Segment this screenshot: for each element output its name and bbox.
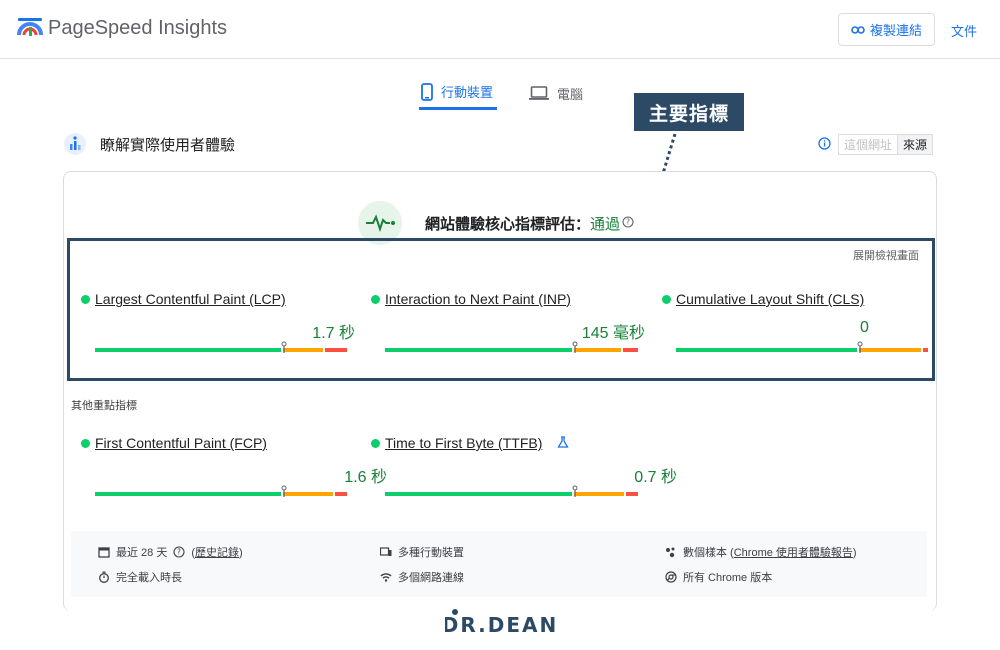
percentile-marker-icon: [572, 341, 578, 353]
app-header: PageSpeed Insights 複製連結 文件: [0, 0, 1000, 59]
dr-dean-logo-icon: DR.DEAN: [445, 609, 555, 636]
chrome-icon: [665, 571, 677, 583]
laptop-icon: [529, 86, 549, 100]
percentile-marker-icon: [572, 485, 578, 497]
good-segment: [95, 348, 281, 352]
history-link[interactable]: 歷史記錄: [195, 547, 239, 559]
copy-link-button[interactable]: 複製連結: [838, 13, 935, 46]
docs-link[interactable]: 文件: [951, 21, 977, 40]
calendar-icon: [98, 547, 110, 558]
tab-desktop-label: 電腦: [557, 86, 584, 102]
distribution-bar: [95, 348, 347, 352]
percentile-marker-icon: [857, 341, 863, 353]
metric-value: 0.7 秒: [634, 469, 677, 486]
help-icon[interactable]: ?: [622, 216, 634, 228]
info-devices-text: 多種行動裝置: [398, 547, 464, 559]
info-chrome-versions-text: 所有 Chrome 版本: [683, 572, 773, 584]
percentile-marker-icon: [281, 341, 287, 353]
expand-view-link[interactable]: 展開檢視畫面: [853, 247, 919, 263]
poor-segment: [625, 492, 638, 496]
good-segment: [676, 348, 858, 352]
toggle-origin[interactable]: 來源: [898, 135, 933, 154]
cwv-assessment-title: 網站體驗核心指標評估：通過: [425, 213, 620, 234]
needs-improvement-segment: [573, 492, 624, 496]
info-load-time-text: 完全載入時長: [116, 572, 182, 584]
needs-improvement-segment: [573, 348, 622, 352]
status-dot: [371, 439, 380, 448]
info-network: 多個網路連線: [380, 569, 464, 585]
wifi-icon: [380, 573, 392, 582]
help-icon[interactable]: ?: [173, 546, 185, 558]
tab-mobile-label: 行動裝置: [441, 85, 494, 100]
info-icon[interactable]: [818, 137, 831, 150]
url-origin-toggle: 這個網址 來源: [838, 134, 934, 155]
samples-prefix: 數個樣本 (: [683, 547, 734, 559]
core-metrics-highlight: [67, 238, 935, 381]
info-load-time: 完全載入時長: [98, 569, 182, 585]
timer-icon: [99, 571, 109, 583]
samples-suffix: ): [852, 547, 857, 559]
poor-segment: [923, 348, 928, 352]
link-icon: [851, 25, 865, 34]
other-metrics-label: 其他重點指標: [71, 400, 137, 412]
metric-value: 0: [860, 319, 869, 336]
section-title: 瞭解實際使用者體驗: [100, 137, 236, 154]
poor-segment: [324, 348, 347, 352]
app-title: PageSpeed Insights: [48, 17, 228, 39]
poor-segment: [623, 348, 638, 352]
needs-improvement-segment: [283, 492, 333, 496]
metric-name[interactable]: Interaction to Next Paint (INP): [385, 291, 571, 307]
distribution-bar: [385, 348, 638, 352]
metric-name[interactable]: Largest Contentful Paint (LCP): [95, 291, 286, 307]
status-dot: [81, 295, 90, 304]
info-chrome-versions: 所有 Chrome 版本: [665, 569, 772, 585]
status-dot: [81, 439, 90, 448]
lab-flask-icon: [557, 436, 569, 448]
metric-value: 145 毫秒: [581, 325, 645, 342]
samples-dots-icon: [666, 547, 675, 558]
watermark-text: DR.DEAN: [445, 613, 555, 636]
annotation-label: 主要指標: [634, 93, 744, 131]
distribution-bar: [676, 348, 928, 352]
percentile-marker-icon: [281, 485, 287, 497]
good-segment: [385, 348, 572, 352]
info-samples-text: 數個樣本 (Chrome 使用者體驗報告): [683, 544, 857, 560]
cwv-title-text: 網站體驗核心指標評估：: [425, 216, 591, 233]
status-dot: [371, 295, 380, 304]
metric-value: 1.6 秒: [344, 469, 387, 486]
metric-value: 1.7 秒: [312, 325, 355, 342]
field-data-info: [71, 531, 927, 597]
history-paren: (歷史記錄): [191, 547, 243, 559]
tab-mobile[interactable]: 行動裝置: [419, 76, 497, 110]
needs-improvement-segment: [859, 348, 922, 352]
pagespeed-logo-icon: [17, 18, 43, 36]
info-samples: 數個樣本 (Chrome 使用者體驗報告): [665, 544, 857, 560]
svg-text:?: ?: [626, 218, 630, 227]
info-period-text: 最近 28 天: [116, 547, 168, 559]
status-dot: [662, 295, 671, 304]
needs-improvement-segment: [283, 348, 323, 352]
info-period: 最近 28 天 ? (歷史記錄): [98, 544, 243, 560]
poor-segment: [334, 492, 347, 496]
smartphone-icon: [421, 82, 433, 101]
good-segment: [385, 492, 572, 496]
devices-icon: [380, 547, 392, 556]
distribution-bar: [95, 492, 347, 496]
good-segment: [95, 492, 281, 496]
metric-name[interactable]: Cumulative Layout Shift (CLS): [676, 291, 864, 307]
crux-report-link[interactable]: Chrome 使用者體驗報告: [734, 547, 853, 559]
info-network-text: 多個網路連線: [398, 572, 464, 584]
metric-name[interactable]: Time to First Byte (TTFB): [385, 435, 542, 451]
users-chart-icon: [64, 133, 86, 155]
tab-desktop[interactable]: 電腦: [527, 76, 587, 110]
distribution-bar: [385, 492, 638, 496]
svg-text:?: ?: [177, 548, 181, 557]
metric-name[interactable]: First Contentful Paint (FCP): [95, 435, 267, 451]
cwv-status: 通過: [590, 216, 621, 233]
copy-link-label: 複製連結: [869, 23, 922, 38]
info-devices: 多種行動裝置: [380, 544, 464, 560]
toggle-this-url[interactable]: 這個網址: [839, 135, 899, 154]
